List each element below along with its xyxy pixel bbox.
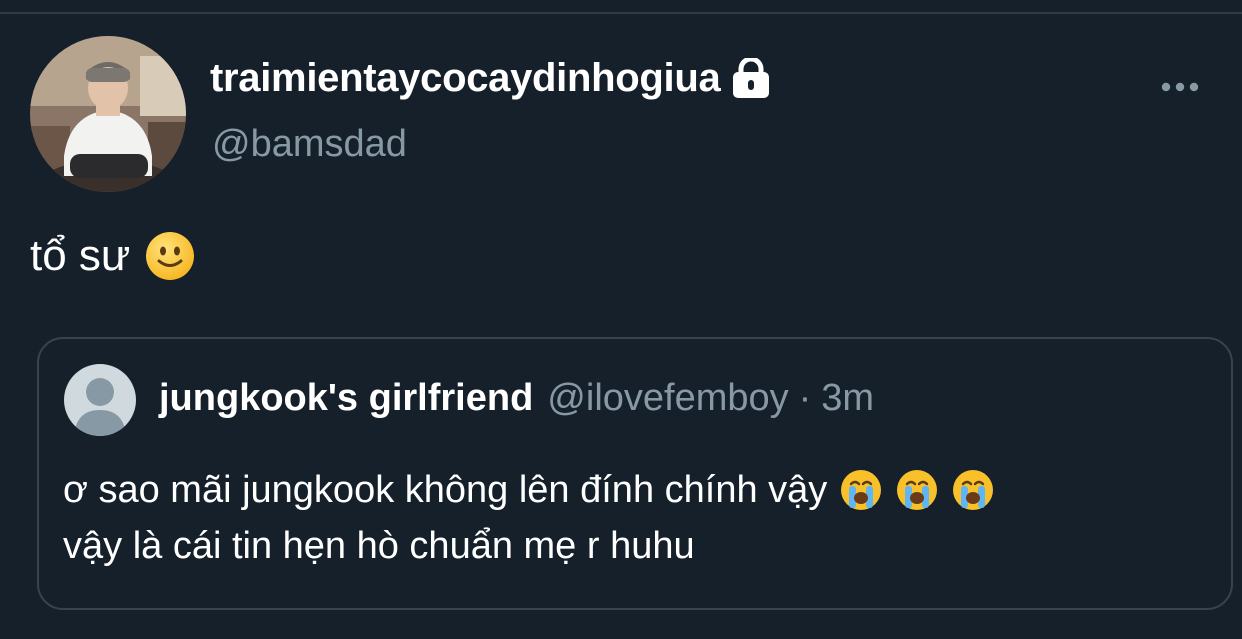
quoted-tweet-text: ơ sao mãi jungkook không lên đính chính … [63,462,1203,574]
author-display-name[interactable]: traimientaycocaydinhogiua [210,56,721,101]
loudly-crying-face-emoji [841,470,882,510]
quoted-tweet-header: jungkook's girlfriend @ilovefemboy · 3m [159,377,874,420]
more-horizontal-icon[interactable] [1158,76,1202,98]
author-name-row: traimientaycocaydinhogiua [210,56,772,101]
default-avatar-icon [64,364,136,436]
quoted-text-line-1: ơ sao mãi jungkook không lên đính chính … [63,469,828,511]
quoted-text-line: ơ sao mãi jungkook không lên đính chính … [63,462,1203,518]
tweet-text-content: tổ sư [30,231,131,280]
quoted-text-line: vậy là cái tin hẹn hò chuẩn mẹ r huhu [63,518,1203,574]
header-separator: · [798,377,812,419]
quoted-tweet-time[interactable]: 3m [821,377,874,420]
quoted-author-display-name[interactable]: jungkook's girlfriend [159,377,533,420]
author-avatar[interactable] [30,36,186,192]
profile-photo [30,36,186,192]
quoted-tweet-card[interactable]: jungkook's girlfriend @ilovefemboy · 3m … [37,337,1233,610]
quoted-author-handle[interactable]: @ilovefemboy [547,377,788,420]
loudly-crying-face-emoji [953,470,994,510]
lock-icon [730,56,772,100]
slightly-smiling-face-emoji [146,232,195,280]
tweet-view: traimientaycocaydinhogiua @bamsdad tổ sư [0,0,1242,639]
quoted-author-avatar[interactable] [64,364,136,436]
loudly-crying-face-emoji [897,470,938,510]
author-handle[interactable]: @bamsdad [212,123,407,166]
quoted-text-line-2: vậy là cái tin hẹn hò chuẩn mẹ r huhu [63,525,695,567]
tweet-text: tổ sư [30,230,196,282]
top-divider [0,12,1242,14]
